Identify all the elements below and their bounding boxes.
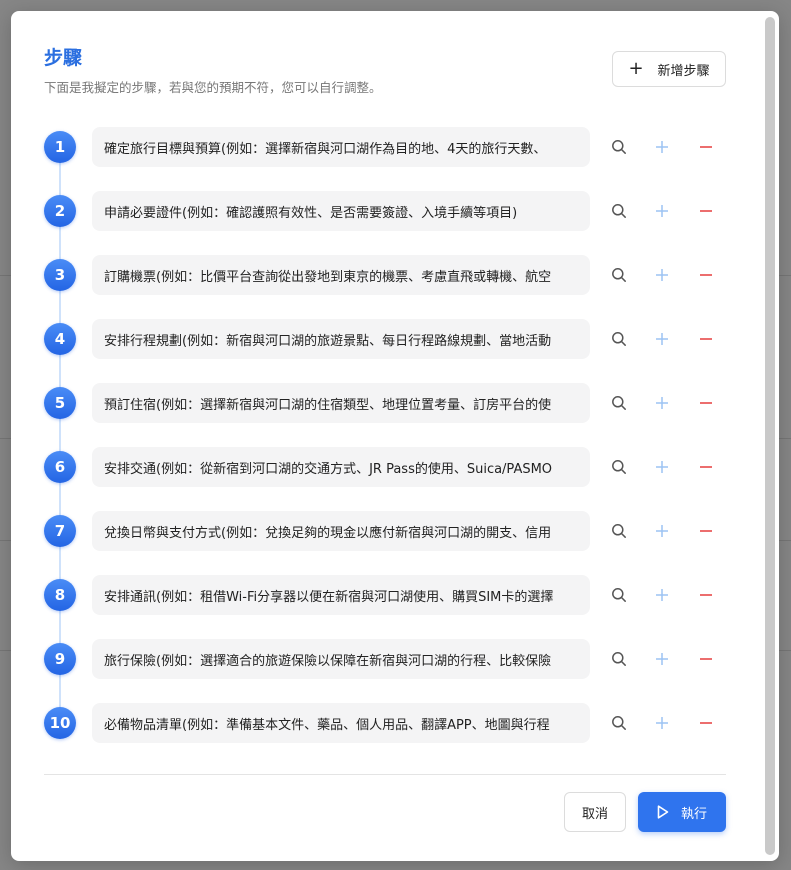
step-row: 5 預訂住宿(例如：選擇新宿與河口湖的住宿類型、地理位置考量、訂房平台的使 [44, 383, 734, 423]
minus-icon[interactable] [696, 713, 716, 733]
plus-icon[interactable] [652, 265, 672, 285]
run-button[interactable]: 執行 [638, 792, 726, 832]
minus-icon[interactable] [696, 393, 716, 413]
search-icon[interactable] [609, 521, 629, 541]
step-row: 3 訂購機票(例如：比價平台查詢從出發地到東京的機票、考慮直飛或轉機、航空 [44, 255, 734, 295]
step-number: 10 [44, 707, 76, 739]
timeline-connector [59, 151, 61, 721]
minus-icon[interactable] [696, 137, 716, 157]
run-label: 執行 [680, 806, 707, 822]
step-number: 7 [44, 515, 76, 547]
plus-icon[interactable] [652, 329, 672, 349]
step-number: 5 [44, 387, 76, 419]
search-icon[interactable] [609, 393, 629, 413]
step-number: 3 [44, 259, 76, 291]
step-row: 1 確定旅行目標與預算(例如：選擇新宿與河口湖作為目的地、4天的旅行天數、 [44, 127, 734, 167]
search-icon[interactable] [609, 457, 629, 477]
search-icon[interactable] [609, 265, 629, 285]
step-text-field[interactable]: 安排行程規劃(例如：新宿與河口湖的旅遊景點、每日行程路線規劃、當地活動 [92, 319, 590, 359]
scrollbar-thumb[interactable] [765, 17, 775, 855]
minus-icon[interactable] [696, 585, 716, 605]
search-icon[interactable] [609, 137, 629, 157]
step-row: 4 安排行程規劃(例如：新宿與河口湖的旅遊景點、每日行程路線規劃、當地活動 [44, 319, 734, 359]
plus-icon[interactable] [652, 393, 672, 413]
minus-icon[interactable] [696, 201, 716, 221]
footer-divider [44, 774, 726, 775]
plus-icon[interactable] [652, 457, 672, 477]
add-step-button[interactable]: + 新增步驟 [612, 51, 726, 87]
minus-icon[interactable] [696, 457, 716, 477]
step-text-field[interactable]: 必備物品清單(例如：準備基本文件、藥品、個人用品、翻譯APP、地圖與行程 [92, 703, 590, 743]
step-number: 1 [44, 131, 76, 163]
step-number: 4 [44, 323, 76, 355]
plus-icon[interactable] [652, 585, 672, 605]
step-row: 6 安排交通(例如：從新宿到河口湖的交通方式、JR Pass的使用、Suica/P… [44, 447, 734, 487]
step-row: 9 旅行保險(例如：選擇適合的旅遊保險以保障在新宿與河口湖的行程、比較保險 [44, 639, 734, 679]
step-number: 8 [44, 579, 76, 611]
search-icon[interactable] [609, 585, 629, 605]
dialog-scrollbar[interactable] [765, 17, 775, 855]
plus-icon[interactable] [652, 137, 672, 157]
search-icon[interactable] [609, 201, 629, 221]
minus-icon[interactable] [696, 265, 716, 285]
minus-icon[interactable] [696, 329, 716, 349]
step-text-field[interactable]: 確定旅行目標與預算(例如：選擇新宿與河口湖作為目的地、4天的旅行天數、 [92, 127, 590, 167]
plus-icon[interactable] [652, 521, 672, 541]
search-icon[interactable] [609, 649, 629, 669]
play-icon [657, 805, 669, 819]
step-row: 8 安排通訊(例如：租借Wi-Fi分享器以便在新宿與河口湖使用、購買SIM卡的選擇 [44, 575, 734, 615]
plus-icon[interactable] [652, 713, 672, 733]
search-icon[interactable] [609, 713, 629, 733]
steps-dialog: 步驟 下面是我擬定的步驟，若與您的預期不符，您可以自行調整。 + 新增步驟 1確… [11, 11, 779, 861]
step-text-field[interactable]: 訂購機票(例如：比價平台查詢從出發地到東京的機票、考慮直飛或轉機、航空 [92, 255, 590, 295]
step-number: 9 [44, 643, 76, 675]
step-text-field[interactable]: 安排通訊(例如：租借Wi-Fi分享器以便在新宿與河口湖使用、購買SIM卡的選擇 [92, 575, 590, 615]
search-icon[interactable] [609, 329, 629, 349]
plus-icon: + [628, 58, 644, 79]
minus-icon[interactable] [696, 521, 716, 541]
cancel-button[interactable]: 取消 [564, 792, 626, 832]
step-text-field[interactable]: 申請必要證件(例如：確認護照有效性、是否需要簽證、入境手續等項目) [92, 191, 590, 231]
step-text-field[interactable]: 兌換日幣與支付方式(例如：兌換足夠的現金以應付新宿與河口湖的開支、信用 [92, 511, 590, 551]
dialog-title: 步驟 [44, 47, 83, 69]
step-text-field[interactable]: 旅行保險(例如：選擇適合的旅遊保險以保障在新宿與河口湖的行程、比較保險 [92, 639, 590, 679]
minus-icon[interactable] [696, 649, 716, 669]
add-step-label: 新增步驟 [657, 63, 710, 79]
plus-icon[interactable] [652, 201, 672, 221]
step-text-field[interactable]: 安排交通(例如：從新宿到河口湖的交通方式、JR Pass的使用、Suica/PA… [92, 447, 590, 487]
plus-icon[interactable] [652, 649, 672, 669]
step-text-field[interactable]: 預訂住宿(例如：選擇新宿與河口湖的住宿類型、地理位置考量、訂房平台的使 [92, 383, 590, 423]
step-row: 7 兌換日幣與支付方式(例如：兌換足夠的現金以應付新宿與河口湖的開支、信用 [44, 511, 734, 551]
step-row: 2 申請必要證件(例如：確認護照有效性、是否需要簽證、入境手續等項目) [44, 191, 734, 231]
step-number: 2 [44, 195, 76, 227]
dialog-subtitle: 下面是我擬定的步驟，若與您的預期不符，您可以自行調整。 [44, 80, 382, 95]
step-row: 10 必備物品清單(例如：準備基本文件、藥品、個人用品、翻譯APP、地圖與行程 [44, 703, 734, 743]
step-number: 6 [44, 451, 76, 483]
